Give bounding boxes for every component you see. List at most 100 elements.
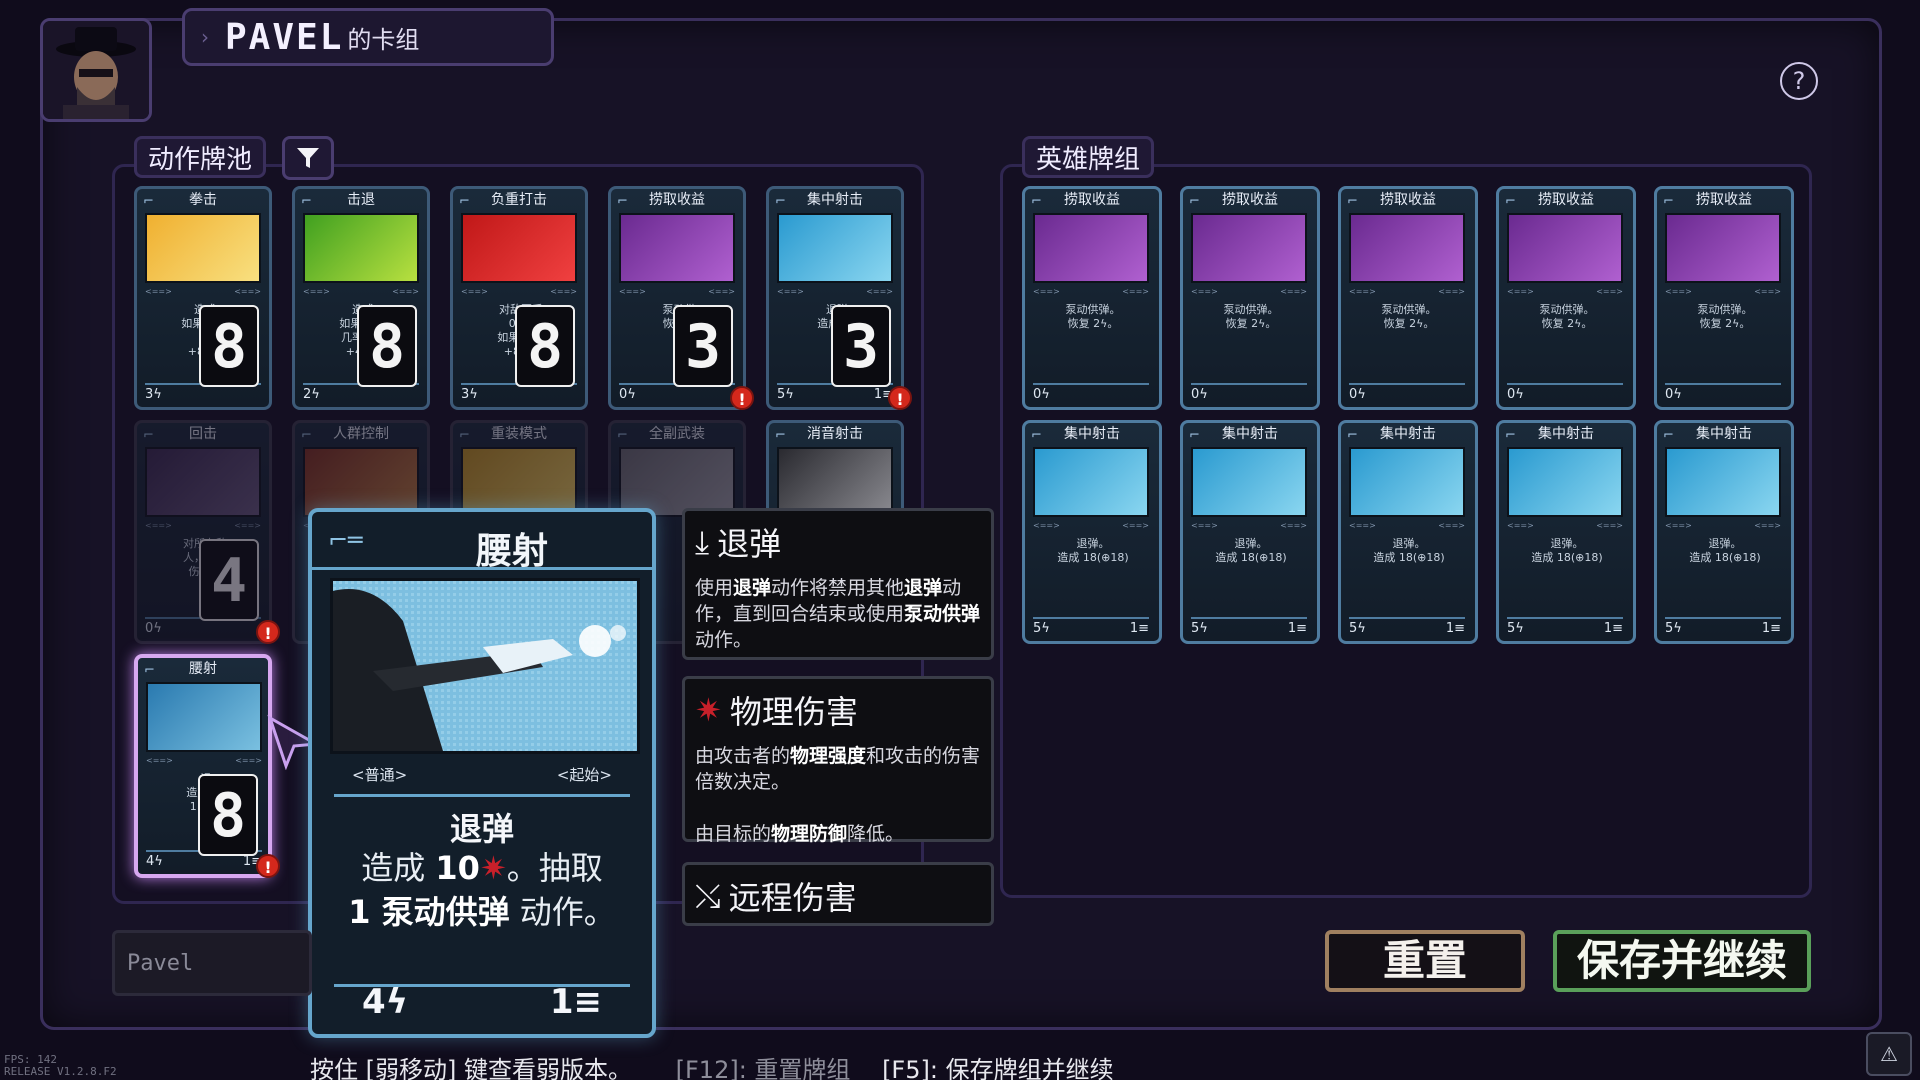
card-tags: <==><==> (303, 287, 419, 296)
card-type-icon: ⌐ (301, 194, 312, 209)
ammo-count: 1≡ (1287, 621, 1307, 636)
card-detail-effect: 造成 10✷。抽取 1 泵动供弹 动作。 (342, 846, 622, 934)
action-pool-label: 动作牌池 (147, 144, 252, 175)
energy-cost: 5ϟ (1665, 621, 1682, 636)
save-key-hint: [F5]: 保存牌组并继续 (882, 1056, 1114, 1080)
pool-card[interactable]: ⌐负重打击<==><==>对敌军手 0.25 如果 镜手 +8: 敲3ϟ8 (450, 186, 588, 410)
card-type-icon: ⌐ (459, 428, 470, 443)
ammo-count: 1≡ (1761, 621, 1781, 636)
debug-info: FPS: 142 RELEASE V1.2.8.F2 (4, 1054, 117, 1078)
filter-button[interactable] (282, 136, 334, 180)
card-art (1033, 213, 1149, 283)
card-art (303, 213, 419, 283)
card-detail-title: 腰射 (475, 531, 548, 572)
deck-card[interactable]: ⌐ 捞取收益 <==> <==> 泵动供弹。 恢复 2ϟ。 0ϟ (1180, 186, 1320, 410)
deck-card[interactable]: ⌐ 捞取收益 <==> <==> 泵动供弹。 恢复 2ϟ。 0ϟ (1654, 186, 1794, 410)
card-count-badge: 8 (199, 305, 259, 387)
deck-card[interactable]: ⌐ 捞取收益 <==> <==> 泵动供弹。 恢复 2ϟ。 0ϟ (1496, 186, 1636, 410)
card-tags: <==><==> (619, 287, 735, 296)
effect-text: 造成 (361, 849, 426, 887)
deck-card[interactable]: ⌐ 集中射击 <==> <==> 退弹。 造成 18(⊕18) 5ϟ 1≡ (1496, 420, 1636, 644)
energy-cost: 5ϟ (1349, 621, 1366, 636)
pool-card[interactable]: ⌐击退<==><==>造成 如果 镜转 几率对目 +4: 敲2ϟ8 (292, 186, 430, 410)
card-tags: <==><==> (1507, 521, 1623, 530)
notification-button[interactable]: ⚠ (1866, 1032, 1912, 1076)
card-art (145, 447, 261, 517)
card-text: 泵动供弹。 恢复 2ϟ。 (1539, 303, 1595, 330)
card-count-badge: 8 (515, 305, 575, 387)
pool-card[interactable]: ⌐拳击<==><==>造成 如果 镜转 有 +8: 敲3ϟ8 (134, 186, 272, 410)
pool-card[interactable]: ⌐集中射击<==><==>退弹 造成 185ϟ1≡3 (766, 186, 904, 410)
card-detail-tags: <普通> <起始> (352, 764, 612, 785)
card-detail-preview: ⌐═ 腰射 <普通> <起始> 退弹 造成 10✷。抽取 1 泵动供弹 动作。 … (308, 508, 656, 1038)
card-art (1191, 213, 1307, 283)
physical-damage-icon: ✷ (479, 849, 507, 887)
warning-icon: ! (256, 854, 280, 878)
effect-draw-card: 1 泵动供弹 (348, 893, 510, 931)
card-text: 泵动供弹。 恢复 2ϟ。 (1381, 303, 1437, 330)
card-art (145, 213, 261, 283)
tooltip-title: 物理伤害 (729, 693, 858, 731)
card-art (1665, 447, 1781, 517)
card-type-icon: ⌐ (144, 663, 155, 678)
reset-button[interactable]: 重置 (1325, 930, 1525, 992)
card-text: 泵动供弹。 恢复 2ϟ。 (1697, 303, 1753, 330)
pool-card[interactable]: ⌐腰射<==><==>退 造成 10 1 泵动4ϟ1≡8 (134, 654, 272, 878)
energy-cost: 5ϟ (777, 387, 794, 402)
tooltip-ranged-damage: ⤯ 远程伤害 (682, 862, 994, 926)
card-type-icon: ⌐ (1347, 428, 1358, 443)
card-text: 泵动供弹。 恢复 2ϟ。 (1065, 303, 1121, 330)
tooltip-title: 退弹 (717, 525, 782, 563)
card-tags: <==><==> (461, 287, 577, 296)
card-type-icon: ⌐ (1663, 428, 1674, 443)
card-tags: <==><==> (1349, 287, 1465, 296)
deck-title-suffix: 的卡组 (347, 25, 420, 54)
card-tags: <==><==> (1507, 287, 1623, 296)
card-footer: 0ϟ (1033, 383, 1149, 402)
filter-icon (297, 148, 319, 168)
deck-card[interactable]: ⌐ 集中射击 <==> <==> 退弹。 造成 18(⊕18) 5ϟ 1≡ (1022, 420, 1162, 644)
card-title: ⌐ 拳击 (137, 189, 269, 211)
card-text: 退弹。 造成 18(⊕18) (1531, 537, 1603, 564)
ammo-count: 1≡ (1603, 621, 1623, 636)
card-footer: 5ϟ 1≡ (1507, 617, 1623, 636)
alert-icon: ⚠ (1880, 1042, 1898, 1066)
card-title: ⌐ 捞取收益 (1657, 189, 1791, 211)
card-type-icon: ⌐ (143, 194, 154, 209)
card-text: 退弹。 造成 18(⊕18) (1689, 537, 1761, 564)
card-type-icon: ⌐ (1505, 428, 1516, 443)
card-title: ⌐ 腰射 (138, 658, 268, 680)
effect-text: 动作。 (519, 893, 616, 931)
deck-name-input[interactable]: Pavel (112, 930, 312, 996)
card-count-badge: 8 (357, 305, 417, 387)
deck-card[interactable]: ⌐ 捞取收益 <==> <==> 泵动供弹。 恢复 2ϟ。 0ϟ (1022, 186, 1162, 410)
energy-cost: 0ϟ (1507, 387, 1524, 402)
gun-type-icon: ⌐═ (328, 526, 363, 554)
pool-card[interactable]: ⌐回击<==><==>对所有敌 人，伤害 伤害降0ϟ4 (134, 420, 272, 644)
card-title: ⌐ 捞取收益 (1341, 189, 1475, 211)
help-button[interactable]: ? (1780, 62, 1818, 100)
deck-card[interactable]: ⌐ 捞取收益 <==> <==> 泵动供弹。 恢复 2ϟ。 0ϟ (1338, 186, 1478, 410)
deck-card[interactable]: ⌐ 集中射击 <==> <==> 退弹。 造成 18(⊕18) 5ϟ 1≡ (1654, 420, 1794, 644)
pool-card[interactable]: ⌐捞取收益<==><==>泵动供 恢复 20ϟ3 (608, 186, 746, 410)
card-art (1665, 213, 1781, 283)
card-title: ⌐ 回击 (137, 423, 269, 445)
card-detail-footer: 4ϟ 1≡ (362, 982, 602, 1022)
action-pool-tab: 动作牌池 (134, 136, 266, 178)
card-detail-art (330, 578, 640, 754)
save-continue-button[interactable]: 保存并继续 (1553, 930, 1811, 992)
deck-card[interactable]: ⌐ 集中射击 <==> <==> 退弹。 造成 18(⊕18) 5ϟ 1≡ (1338, 420, 1478, 644)
energy-cost: 2ϟ (303, 387, 320, 402)
energy-cost: 3ϟ (461, 387, 478, 402)
card-art (303, 447, 419, 517)
deck-card[interactable]: ⌐ 集中射击 <==> <==> 退弹。 造成 18(⊕18) 5ϟ 1≡ (1180, 420, 1320, 644)
card-type-icon: ⌐ (1505, 194, 1516, 209)
card-title: ⌐ 集中射击 (1341, 423, 1475, 445)
tooltip-body: 由攻击者的物理强度和攻击的伤害倍数决定。 由目标的物理防御降低。 (695, 745, 981, 845)
release-version: RELEASE V1.2.8.F2 (4, 1065, 117, 1078)
card-footer: 0ϟ (1191, 383, 1307, 402)
card-type-icon: ⌐ (459, 194, 470, 209)
card-type-icon: ⌐ (1031, 194, 1042, 209)
card-type-icon: ⌐ (301, 428, 312, 443)
card-title: ⌐ 重装模式 (453, 423, 585, 445)
